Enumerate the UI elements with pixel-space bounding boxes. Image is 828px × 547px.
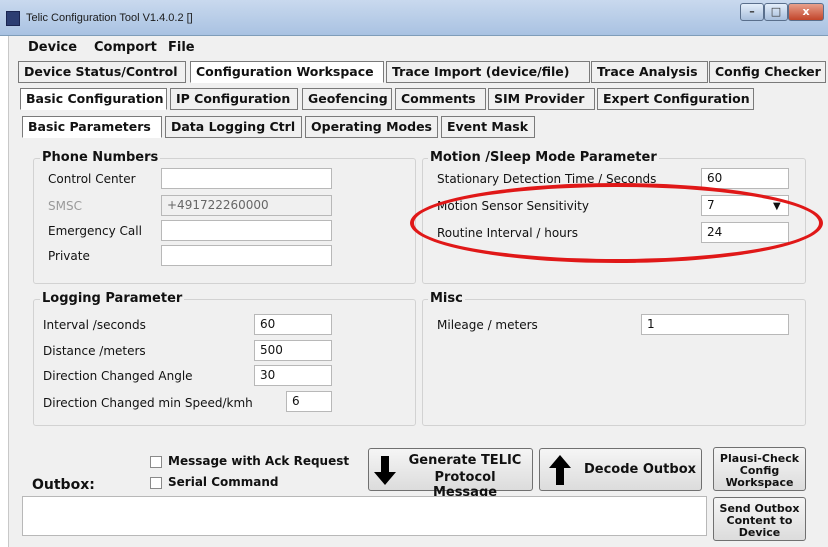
generate-telic-button[interactable]: Generate TELIC Protocol Message bbox=[368, 448, 533, 500]
private-input[interactable] bbox=[161, 245, 332, 266]
mileage-label: Mileage / meters bbox=[437, 318, 538, 332]
menu-file[interactable]: File bbox=[168, 40, 195, 55]
distance-meters-label: Distance /meters bbox=[43, 344, 146, 358]
logging-parameter-title: Logging Parameter bbox=[40, 291, 185, 306]
tab-basic-configuration[interactable]: Basic Configuration bbox=[20, 88, 167, 110]
emergency-call-input[interactable] bbox=[161, 220, 332, 241]
tab-geofencing[interactable]: Geofencing bbox=[302, 88, 392, 110]
tab-configuration-workspace[interactable]: Configuration Workspace bbox=[190, 61, 384, 83]
min-speed-input[interactable]: 6 bbox=[286, 391, 332, 412]
menu-device[interactable]: Device bbox=[28, 40, 77, 55]
maximize-button[interactable]: □ bbox=[764, 3, 788, 21]
tab-event-mask[interactable]: Event Mask bbox=[441, 116, 535, 138]
generate-telic-line1: Generate TELIC bbox=[408, 453, 522, 468]
decode-outbox-button[interactable]: Decode Outbox bbox=[539, 448, 702, 491]
motion-sleep-title: Motion /Sleep Mode Parameter bbox=[428, 150, 659, 165]
tab-ip-configuration[interactable]: IP Configuration bbox=[170, 88, 298, 110]
tab-trace-analysis[interactable]: Trace Analysis bbox=[591, 61, 708, 83]
plausi-check-line3: Workspace bbox=[725, 476, 794, 489]
control-center-label: Control Center bbox=[48, 172, 136, 186]
window-title: Telic Configuration Tool V1.4.0.2 [] bbox=[26, 12, 193, 24]
tab-operating-modes[interactable]: Operating Modes bbox=[305, 116, 438, 138]
smsc-input: +491722260000 bbox=[161, 195, 332, 216]
minimize-button[interactable]: – bbox=[740, 3, 764, 21]
send-outbox-line3: Device bbox=[738, 526, 781, 539]
interval-seconds-input[interactable]: 60 bbox=[254, 314, 332, 335]
outbox-content-field[interactable] bbox=[22, 496, 707, 536]
serial-command-label: Serial Command bbox=[168, 475, 279, 489]
stationary-detection-input[interactable]: 60 bbox=[701, 168, 789, 189]
app-icon bbox=[6, 11, 20, 26]
tab-comments[interactable]: Comments bbox=[395, 88, 486, 110]
min-speed-label: Direction Changed min Speed/kmh bbox=[43, 396, 253, 410]
control-center-input[interactable] bbox=[161, 168, 332, 189]
menu-comport[interactable]: Comport bbox=[94, 40, 157, 55]
tab-config-checker[interactable]: Config Checker bbox=[709, 61, 826, 83]
private-label: Private bbox=[48, 249, 90, 263]
phone-numbers-title: Phone Numbers bbox=[40, 150, 161, 165]
tab-expert-configuration[interactable]: Expert Configuration bbox=[597, 88, 754, 110]
smsc-label: SMSC bbox=[48, 199, 82, 213]
interval-seconds-label: Interval /seconds bbox=[43, 318, 146, 332]
serial-command-checkbox[interactable] bbox=[150, 477, 162, 489]
distance-meters-input[interactable]: 500 bbox=[254, 340, 332, 361]
direction-angle-label: Direction Changed Angle bbox=[43, 369, 193, 383]
emergency-call-label: Emergency Call bbox=[48, 224, 142, 238]
arrow-up-icon bbox=[549, 454, 571, 490]
window-left-edge bbox=[0, 36, 8, 547]
tab-sim-provider[interactable]: SIM Provider bbox=[488, 88, 595, 110]
ack-request-checkbox[interactable] bbox=[150, 456, 162, 468]
tab-data-logging-ctrl[interactable]: Data Logging Ctrl bbox=[165, 116, 302, 138]
plausi-check-button[interactable]: Plausi-Check Config Workspace bbox=[713, 447, 806, 491]
tab-basic-parameters[interactable]: Basic Parameters bbox=[22, 116, 162, 138]
direction-angle-input[interactable]: 30 bbox=[254, 365, 332, 386]
send-outbox-button[interactable]: Send Outbox Content to Device bbox=[713, 497, 806, 541]
highlight-ellipse bbox=[410, 183, 823, 263]
tab-device-status[interactable]: Device Status/Control bbox=[18, 61, 186, 83]
ack-request-label: Message with Ack Request bbox=[168, 454, 350, 468]
outbox-label: Outbox: bbox=[32, 477, 95, 493]
arrow-down-icon bbox=[374, 454, 396, 490]
decode-outbox-label: Decode Outbox bbox=[583, 462, 697, 477]
tab-trace-import[interactable]: Trace Import (device/file) bbox=[386, 61, 590, 83]
misc-title: Misc bbox=[428, 291, 465, 306]
close-button[interactable]: x bbox=[788, 3, 824, 21]
mileage-input[interactable]: 1 bbox=[641, 314, 789, 335]
